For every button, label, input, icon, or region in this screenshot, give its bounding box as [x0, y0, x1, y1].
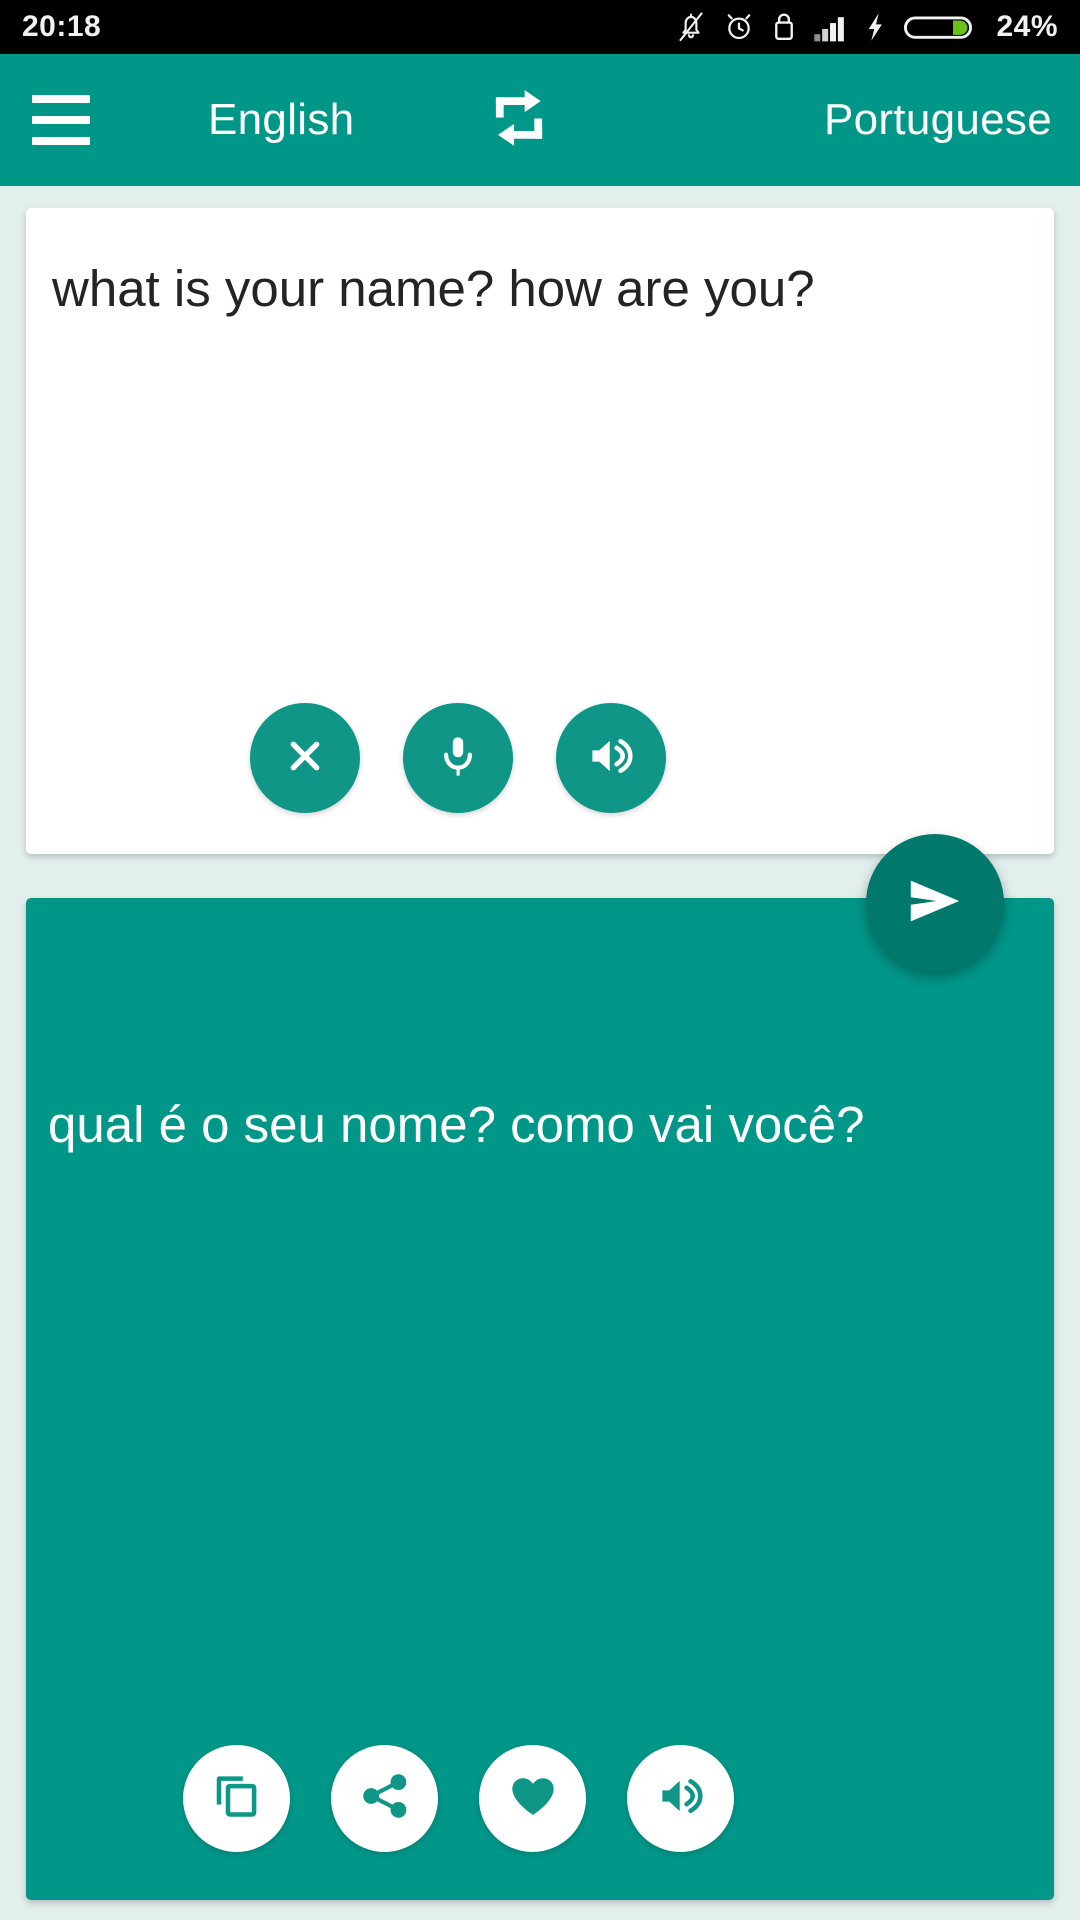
alarm-icon: [723, 10, 755, 44]
clear-button[interactable]: [250, 703, 360, 813]
translation-stage: what is your name? how are you? qual é o…: [0, 186, 1080, 1920]
send-translate-button[interactable]: [866, 834, 1004, 972]
source-text-input[interactable]: what is your name? how are you?: [52, 258, 1028, 320]
status-icon-tray: 24%: [676, 10, 1058, 44]
translated-text: qual é o seu nome? como vai você?: [48, 1096, 865, 1153]
menu-icon-bar-2: [32, 116, 90, 124]
share-icon: [359, 1770, 411, 1827]
notifications-off-icon: [676, 10, 706, 44]
favorite-button[interactable]: [479, 1745, 586, 1852]
share-button[interactable]: [331, 1745, 438, 1852]
menu-icon[interactable]: [32, 95, 124, 145]
source-language-selector[interactable]: English: [208, 95, 354, 145]
status-bar: 20:18 24%: [0, 0, 1080, 54]
send-icon: [902, 868, 968, 939]
source-actions-row: [250, 703, 666, 813]
translation-actions-row: [183, 1745, 734, 1852]
close-icon: [280, 731, 330, 786]
lock-icon: [772, 10, 796, 44]
copy-icon: [210, 1769, 264, 1828]
charging-bolt-icon: [864, 10, 886, 44]
volume-up-icon: [655, 1770, 707, 1827]
swap-languages-button[interactable]: [483, 84, 555, 156]
menu-icon-bar-1: [32, 95, 90, 103]
volume-up-icon: [585, 730, 637, 787]
translated-text-card: qual é o seu nome? como vai você?: [26, 898, 1054, 1900]
battery-icon: [903, 10, 973, 44]
speak-target-button[interactable]: [627, 1745, 734, 1852]
signal-bars-icon: [813, 10, 847, 44]
microphone-button[interactable]: [403, 703, 513, 813]
target-language-selector[interactable]: Portuguese: [824, 95, 1052, 145]
heart-icon: [506, 1769, 560, 1828]
menu-icon-bar-3: [32, 137, 90, 145]
speak-source-button[interactable]: [556, 703, 666, 813]
swap-icon: [486, 85, 552, 156]
copy-button[interactable]: [183, 1745, 290, 1852]
battery-percent-label: 24%: [996, 10, 1058, 43]
status-clock: 20:18: [22, 10, 102, 43]
source-text-card: what is your name? how are you?: [26, 208, 1054, 854]
microphone-icon: [433, 731, 483, 786]
app-bar: English Portuguese: [0, 54, 1080, 186]
